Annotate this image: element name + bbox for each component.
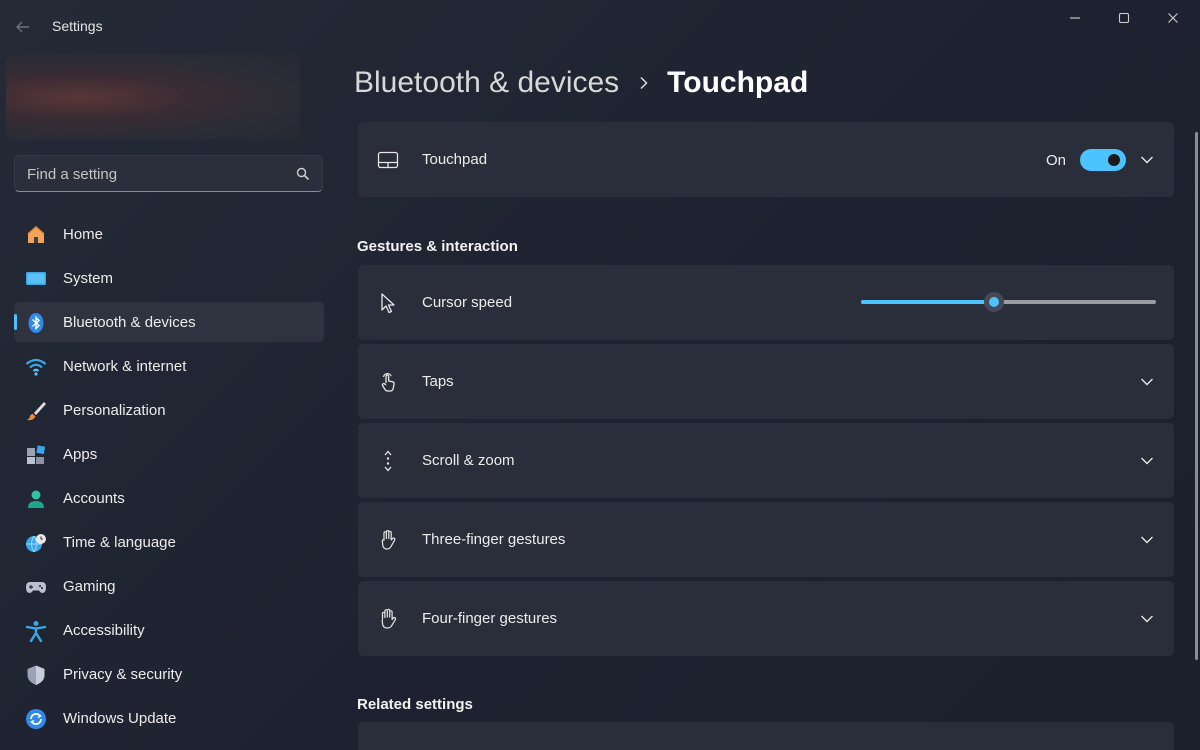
sidebar-item-label: Home	[63, 226, 104, 243]
touchpad-label: Touchpad	[422, 151, 488, 168]
settings-window: Settings Find a setting Home System Blue…	[0, 0, 1200, 750]
sidebar-item-label: Gaming	[63, 578, 116, 595]
three-finger-gestures-label: Three-finger gestures	[422, 531, 566, 548]
sidebar-item-label: Privacy & security	[63, 666, 183, 683]
sidebar-item-network[interactable]: Network & internet	[14, 346, 324, 386]
chevron-down-icon[interactable]	[1140, 612, 1154, 626]
user-profile-card[interactable]	[6, 54, 300, 140]
title-bar: Settings	[0, 0, 1200, 52]
breadcrumb-parent-link[interactable]: Bluetooth & devices	[354, 66, 619, 100]
sidebar-item-accounts[interactable]: Accounts	[14, 478, 324, 518]
sidebar-item-label: Accessibility	[63, 622, 145, 639]
touchpad-toggle[interactable]	[1080, 149, 1126, 171]
account-icon	[28, 490, 44, 508]
touchpad-card[interactable]: Touchpad On	[358, 122, 1174, 197]
sidebar-item-windows-update[interactable]: Windows Update	[14, 698, 324, 738]
four-finger-hand-icon	[381, 608, 397, 629]
back-arrow-icon	[16, 21, 29, 33]
apps-icon	[27, 445, 46, 464]
minimize-button[interactable]	[1052, 2, 1098, 32]
back-button[interactable]	[10, 14, 36, 40]
scroll-icon	[384, 450, 392, 472]
search-input[interactable]	[27, 164, 277, 184]
sidebar-item-label: Bluetooth & devices	[63, 314, 196, 331]
wifi-icon	[25, 358, 47, 376]
cursor-speed-card: Cursor speed	[358, 265, 1174, 340]
minimize-icon	[1070, 17, 1080, 19]
slider-thumb[interactable]	[983, 292, 1004, 312]
brush-icon	[27, 402, 46, 421]
taps-label: Taps	[422, 373, 454, 390]
gamepad-icon	[26, 582, 46, 593]
content-scrollbar[interactable]	[1195, 132, 1198, 660]
toggle-knob	[1108, 154, 1120, 166]
tap-hand-icon	[381, 373, 395, 392]
gestures-section-title: Gestures & interaction	[357, 238, 518, 255]
close-icon	[1168, 13, 1178, 23]
globe-clock-icon	[26, 534, 46, 553]
sidebar-item-label: Personalization	[63, 402, 166, 419]
scroll-zoom-label: Scroll & zoom	[422, 452, 515, 469]
related-settings-title: Related settings	[357, 696, 473, 713]
home-icon	[27, 226, 45, 243]
four-finger-gestures-card[interactable]: Four-finger gestures	[358, 581, 1174, 656]
sidebar-item-gaming[interactable]: Gaming	[14, 566, 324, 606]
search-box[interactable]	[14, 155, 323, 192]
scroll-zoom-card[interactable]: Scroll & zoom	[358, 423, 1174, 498]
sidebar-item-label: Network & internet	[63, 358, 187, 375]
sidebar-item-apps[interactable]: Apps	[14, 434, 324, 474]
chevron-right-icon	[640, 76, 648, 90]
bluetooth-icon	[28, 313, 44, 333]
close-button[interactable]	[1150, 2, 1196, 32]
search-icon[interactable]	[296, 167, 310, 181]
three-finger-gestures-card[interactable]: Three-finger gestures	[358, 502, 1174, 577]
chevron-down-icon[interactable]	[1140, 533, 1154, 547]
selection-indicator	[14, 314, 17, 330]
sidebar-item-accessibility[interactable]: Accessibility	[14, 610, 324, 650]
sidebar-item-label: Apps	[63, 446, 98, 463]
toggle-state-text: On	[1046, 152, 1067, 169]
maximize-button[interactable]	[1101, 2, 1147, 32]
touchpad-icon	[377, 151, 399, 169]
sidebar-item-time-language[interactable]: Time & language	[14, 522, 324, 562]
three-finger-hand-icon	[381, 530, 396, 550]
cursor-speed-slider[interactable]	[861, 292, 1156, 312]
slider-fill	[861, 300, 994, 304]
sidebar-nav: Home System Bluetooth & devices Network …	[14, 214, 324, 742]
taps-card[interactable]: Taps	[358, 344, 1174, 419]
accessibility-icon	[25, 621, 47, 642]
sidebar-item-home[interactable]: Home	[14, 214, 324, 254]
chevron-down-icon[interactable]	[1140, 153, 1154, 167]
sidebar-item-label: Accounts	[63, 490, 125, 507]
breadcrumb: Bluetooth & devices Touchpad	[354, 62, 808, 104]
update-icon	[26, 709, 46, 729]
sidebar-item-privacy-security[interactable]: Privacy & security	[14, 654, 324, 694]
sidebar-item-system[interactable]: System	[14, 258, 324, 298]
page-title: Touchpad	[667, 66, 809, 99]
sidebar-item-label: Windows Update	[63, 710, 177, 727]
chevron-down-icon[interactable]	[1140, 375, 1154, 389]
sidebar-item-personalization[interactable]: Personalization	[14, 390, 324, 430]
cursor-arrow-icon	[381, 293, 395, 314]
sidebar-item-label: System	[63, 270, 114, 287]
shield-icon	[27, 665, 45, 685]
app-title: Settings	[52, 18, 103, 34]
sidebar-item-bluetooth-devices[interactable]: Bluetooth & devices	[14, 302, 324, 342]
sidebar-item-label: Time & language	[63, 534, 176, 551]
system-icon	[26, 272, 46, 285]
chevron-down-icon[interactable]	[1140, 454, 1154, 468]
cursor-speed-label: Cursor speed	[422, 294, 513, 311]
four-finger-gestures-label: Four-finger gestures	[422, 610, 558, 627]
related-settings-card[interactable]	[358, 722, 1174, 750]
maximize-icon	[1118, 12, 1130, 24]
